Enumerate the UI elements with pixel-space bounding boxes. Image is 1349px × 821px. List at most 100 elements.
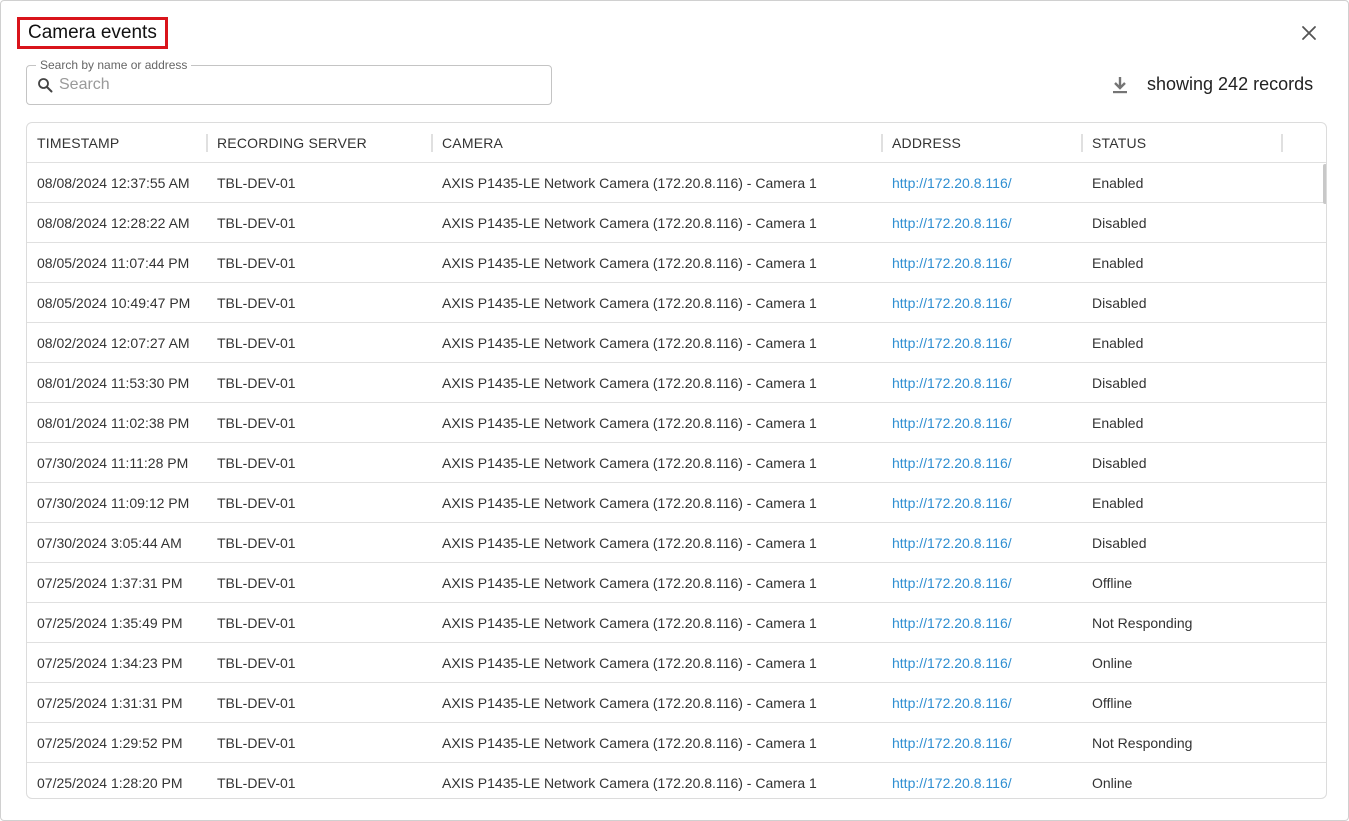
camera-cell: AXIS P1435-LE Network Camera (172.20.8.1… — [442, 175, 817, 191]
column-header-status[interactable]: STATUS — [1092, 135, 1146, 151]
address-link[interactable]: http://172.20.8.116/ — [892, 735, 1012, 751]
address-link[interactable]: http://172.20.8.116/ — [892, 335, 1012, 351]
camera-cell: AXIS P1435-LE Network Camera (172.20.8.1… — [442, 655, 817, 671]
address-link[interactable]: http://172.20.8.116/ — [892, 695, 1012, 711]
column-separator[interactable] — [1281, 134, 1283, 152]
column-separator[interactable] — [431, 134, 433, 152]
status-cell: Offline — [1092, 575, 1133, 591]
recording-server-cell: TBL-DEV-01 — [217, 695, 296, 711]
recording-server-cell: TBL-DEV-01 — [217, 455, 296, 471]
timestamp-cell: 08/05/2024 10:49:47 PM — [37, 295, 191, 311]
camera-cell: AXIS P1435-LE Network Camera (172.20.8.1… — [442, 495, 817, 511]
timestamp-cell: 07/25/2024 1:34:23 PM — [37, 655, 183, 671]
column-separator[interactable] — [881, 134, 883, 152]
recording-server-cell: TBL-DEV-01 — [217, 495, 296, 511]
table-row[interactable]: 07/30/2024 11:09:12 PM TBL-DEV-01 AXIS P14… — [27, 483, 1326, 523]
address-link[interactable]: http://172.20.8.116/ — [892, 775, 1012, 791]
column-header-recording-server[interactable]: RECORDING SERVER — [217, 135, 367, 151]
recording-server-cell: TBL-DEV-01 — [217, 775, 296, 791]
address-link[interactable]: http://172.20.8.116/ — [892, 255, 1012, 271]
recording-server-cell: TBL-DEV-01 — [217, 175, 296, 191]
recording-server-cell: TBL-DEV-01 — [217, 415, 296, 431]
recording-server-cell: TBL-DEV-01 — [217, 375, 296, 391]
timestamp-cell: 08/02/2024 12:07:27 AM — [37, 335, 190, 351]
status-cell: Enabled — [1092, 335, 1144, 351]
timestamp-cell: 07/25/2024 1:29:52 PM — [37, 735, 183, 751]
timestamp-cell: 08/08/2024 12:28:22 AM — [37, 215, 190, 231]
status-cell: Online — [1092, 775, 1133, 791]
column-header-timestamp[interactable]: TIMESTAMP — [37, 135, 119, 151]
column-header-address[interactable]: ADDRESS — [892, 135, 961, 151]
camera-cell: AXIS P1435-LE Network Camera (172.20.8.1… — [442, 415, 817, 431]
recording-server-cell: TBL-DEV-01 — [217, 255, 296, 271]
table-row[interactable]: 08/01/2024 11:53:30 PM TBL-DEV-01 AXIS P14… — [27, 363, 1326, 403]
timestamp-cell: 07/25/2024 1:28:20 PM — [37, 775, 183, 791]
close-icon — [1302, 26, 1316, 40]
table-row[interactable]: 07/25/2024 1:29:52 PM TBL-DEV-01 AXIS P143… — [27, 723, 1326, 763]
table-header: TIMESTAMP RECORDING SERVER CAMERA ADDRES… — [27, 123, 1326, 163]
status-cell: Enabled — [1092, 255, 1144, 271]
table-row[interactable]: 08/01/2024 11:02:38 PM TBL-DEV-01 AXIS P14… — [27, 403, 1326, 443]
table-body: 08/08/2024 12:37:55 AM TBL-DEV-01 AXIS P14… — [27, 163, 1326, 798]
timestamp-cell: 08/08/2024 12:37:55 AM — [37, 175, 190, 191]
address-link[interactable]: http://172.20.8.116/ — [892, 175, 1012, 191]
address-link[interactable]: http://172.20.8.116/ — [892, 615, 1012, 631]
timestamp-cell: 07/30/2024 11:09:12 PM — [37, 495, 190, 511]
timestamp-cell: 08/01/2024 11:02:38 PM — [37, 415, 190, 431]
table-row[interactable]: 08/02/2024 12:07:27 AM TBL-DEV-01 AXIS P14… — [27, 323, 1326, 363]
timestamp-cell: 07/25/2024 1:35:49 PM — [37, 615, 183, 631]
download-icon — [1113, 77, 1127, 94]
address-link[interactable]: http://172.20.8.116/ — [892, 655, 1012, 671]
timestamp-cell: 07/30/2024 11:11:28 PM — [37, 455, 189, 471]
table-row[interactable]: 08/08/2024 12:37:55 AM TBL-DEV-01 AXIS P14… — [27, 163, 1326, 203]
download-button[interactable] — [1108, 73, 1132, 97]
address-link[interactable]: http://172.20.8.116/ — [892, 375, 1012, 391]
address-link[interactable]: http://172.20.8.116/ — [892, 415, 1012, 431]
table-row[interactable]: 07/25/2024 1:31:31 PM TBL-DEV-01 AXIS P143… — [27, 683, 1326, 723]
address-link[interactable]: http://172.20.8.116/ — [892, 575, 1012, 591]
title-highlight: Camera events — [17, 17, 168, 49]
camera-cell: AXIS P1435-LE Network Camera (172.20.8.1… — [442, 695, 817, 711]
address-link[interactable]: http://172.20.8.116/ — [892, 535, 1012, 551]
address-link[interactable]: http://172.20.8.116/ — [892, 455, 1012, 471]
status-cell: Disabled — [1092, 455, 1147, 471]
address-link[interactable]: http://172.20.8.116/ — [892, 495, 1012, 511]
table-row[interactable]: 07/30/2024 3:05:44 AM TBL-DEV-01 AXIS P143… — [27, 523, 1326, 563]
column-header-camera[interactable]: CAMERA — [442, 135, 503, 151]
column-separator[interactable] — [1081, 134, 1083, 152]
address-link[interactable]: http://172.20.8.116/ — [892, 295, 1012, 311]
events-table: TIMESTAMP RECORDING SERVER CAMERA ADDRES… — [26, 122, 1327, 799]
camera-cell: AXIS P1435-LE Network Camera (172.20.8.1… — [442, 535, 817, 551]
table-row[interactable]: 07/25/2024 1:34:23 PM TBL-DEV-01 AXIS P143… — [27, 643, 1326, 683]
status-cell: Offline — [1092, 695, 1133, 711]
scrollbar-thumb[interactable] — [1323, 164, 1326, 204]
status-cell: Disabled — [1092, 375, 1147, 391]
recording-server-cell: TBL-DEV-01 — [217, 735, 296, 751]
table-row[interactable]: 07/30/2024 11:11:28 PM TBL-DEV-01 AXIS P14… — [27, 443, 1326, 483]
recording-server-cell: TBL-DEV-01 — [217, 575, 296, 591]
timestamp-cell: 07/25/2024 1:37:31 PM — [37, 575, 183, 591]
table-row[interactable]: 07/25/2024 1:28:20 PM TBL-DEV-01 AXIS P143… — [27, 763, 1326, 798]
address-link[interactable]: http://172.20.8.116/ — [892, 215, 1012, 231]
column-separator[interactable] — [206, 134, 208, 152]
status-cell: Disabled — [1092, 215, 1147, 231]
table-row[interactable]: 08/05/2024 10:49:47 PM TBL-DEV-01 AXIS P14… — [27, 283, 1326, 323]
camera-cell: AXIS P1435-LE Network Camera (172.20.8.1… — [442, 735, 817, 751]
timestamp-cell: 07/30/2024 3:05:44 AM — [37, 535, 182, 551]
camera-cell: AXIS P1435-LE Network Camera (172.20.8.1… — [442, 215, 817, 231]
search-icon — [38, 78, 53, 93]
table-row[interactable]: 08/08/2024 12:28:22 AM TBL-DEV-01 AXIS P14… — [27, 203, 1326, 243]
status-cell: Not Responding — [1092, 615, 1193, 631]
search-field[interactable]: Search by name or address — [26, 58, 552, 105]
status-cell: Disabled — [1092, 295, 1147, 311]
camera-cell: AXIS P1435-LE Network Camera (172.20.8.1… — [442, 575, 817, 591]
camera-cell: AXIS P1435-LE Network Camera (172.20.8.1… — [442, 295, 817, 311]
timestamp-cell: 07/25/2024 1:31:31 PM — [37, 695, 183, 711]
table-row[interactable]: 08/05/2024 11:07:44 PM TBL-DEV-01 AXIS P14… — [27, 243, 1326, 283]
status-cell: Disabled — [1092, 535, 1147, 551]
table-row[interactable]: 07/25/2024 1:37:31 PM TBL-DEV-01 AXIS P143… — [27, 563, 1326, 603]
search-input[interactable] — [59, 76, 539, 94]
timestamp-cell: 08/01/2024 11:53:30 PM — [37, 375, 190, 391]
close-button[interactable] — [1297, 21, 1321, 45]
table-row[interactable]: 07/25/2024 1:35:49 PM TBL-DEV-01 AXIS P143… — [27, 603, 1326, 643]
